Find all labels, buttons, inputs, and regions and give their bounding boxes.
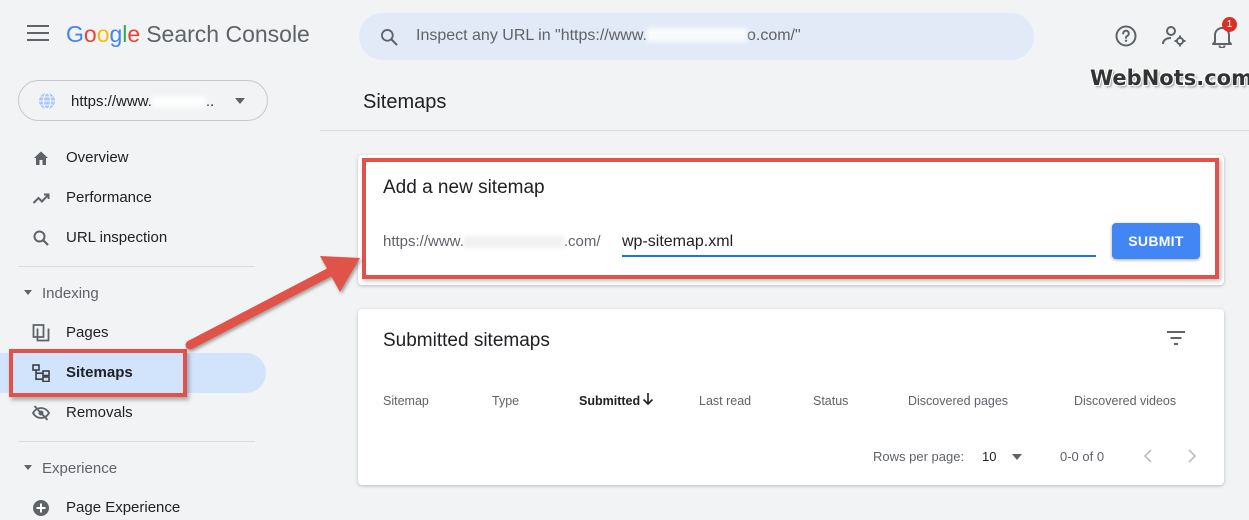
rows-per-page-select[interactable]: 10	[982, 449, 996, 464]
chevron-right-icon[interactable]	[1186, 448, 1198, 464]
redacted-domain	[646, 28, 747, 42]
sidebar-item-url-inspection[interactable]: URL inspection	[0, 218, 266, 258]
title-divider	[320, 130, 1249, 131]
app-logo[interactable]: Google Search Console	[66, 21, 310, 48]
search-icon	[381, 29, 398, 46]
property-url: https://www...	[71, 93, 215, 110]
home-icon	[34, 151, 48, 165]
redacted-domain	[151, 96, 206, 108]
help-icon[interactable]	[1114, 24, 1138, 48]
add-sitemap-title: Add a new sitemap	[383, 177, 545, 198]
product-name: Search Console	[146, 21, 310, 47]
column-header-sitemap[interactable]: Sitemap	[383, 394, 429, 408]
globe-icon	[39, 92, 55, 110]
pages-icon	[32, 324, 50, 342]
user-settings-icon[interactable]	[1161, 24, 1187, 48]
sitemap-url-prefix: https://www. .com/	[383, 233, 601, 250]
column-header-discovered-pages[interactable]: Discovered pages	[908, 394, 1008, 408]
notification-badge: 1	[1222, 17, 1237, 32]
sidebar-section-experience[interactable]: Experience	[0, 454, 266, 484]
page-title: Sitemaps	[363, 91, 447, 113]
rows-per-page-label: Rows per page:	[873, 449, 965, 464]
url-inspection-search[interactable]: Inspect any URL in "https://www. o.com/"	[359, 13, 1034, 60]
submit-button[interactable]: SUBMIT	[1112, 223, 1200, 259]
collapse-caret-icon	[24, 290, 32, 295]
sidebar-section-indexing[interactable]: Indexing	[0, 279, 266, 309]
add-sitemap-card	[358, 155, 1224, 285]
sidebar-divider	[18, 441, 255, 442]
sitemap-icon	[32, 364, 50, 382]
collapse-caret-icon	[24, 465, 32, 470]
pagination-range: 0-0 of 0	[1060, 449, 1105, 464]
trend-icon	[32, 193, 50, 204]
sidebar-divider	[18, 266, 255, 267]
hamburger-menu-icon[interactable]	[27, 25, 49, 43]
column-header-submitted[interactable]: Submitted	[579, 394, 640, 408]
sidebar-item-pages[interactable]: Pages	[0, 313, 266, 353]
sidebar-item-performance[interactable]: Performance	[0, 178, 266, 218]
column-header-last-read[interactable]: Last read	[699, 394, 751, 408]
eye-off-icon	[32, 405, 50, 421]
search-icon	[33, 230, 49, 246]
chevron-down-icon	[235, 98, 245, 104]
sidebar-item-page-experience[interactable]: Page Experience	[0, 488, 266, 520]
column-header-type[interactable]: Type	[492, 394, 519, 408]
filter-icon[interactable]	[1166, 330, 1186, 346]
app-header: Google Search Console Inspect any URL in …	[0, 0, 1249, 72]
sort-down-arrow-icon[interactable]	[642, 392, 654, 406]
plus-circle-icon	[33, 500, 49, 516]
sidebar-item-sitemaps[interactable]: Sitemaps	[0, 353, 266, 393]
sidebar-item-overview[interactable]: Overview	[0, 138, 266, 178]
column-header-status[interactable]: Status	[813, 394, 848, 408]
search-placeholder: Inspect any URL in "https://www. o.com/"	[416, 27, 801, 44]
sitemap-url-input[interactable]	[622, 229, 1096, 257]
property-selector[interactable]: https://www...	[18, 80, 268, 121]
watermark: WebNots.com	[1090, 66, 1249, 90]
column-header-discovered-videos[interactable]: Discovered videos	[1074, 394, 1176, 408]
sidebar-item-removals[interactable]: Removals	[0, 393, 266, 433]
submitted-sitemaps-title: Submitted sitemaps	[383, 330, 550, 351]
redacted-domain	[463, 236, 564, 248]
chevron-left-icon[interactable]	[1142, 448, 1154, 464]
chevron-down-icon[interactable]	[1012, 454, 1022, 460]
